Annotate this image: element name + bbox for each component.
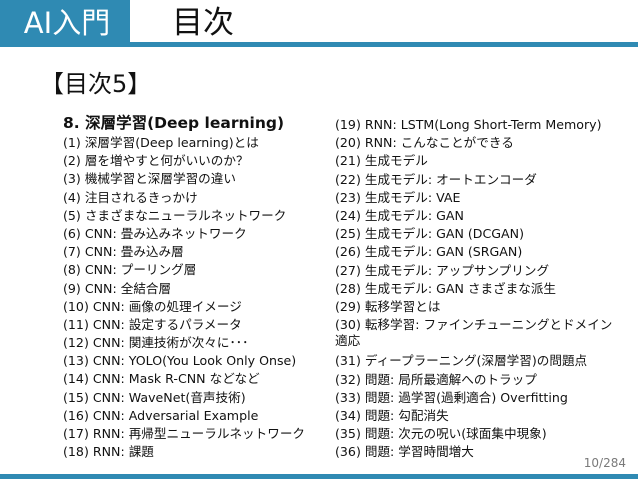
toc-item: (22) 生成モデル: オートエンコーダ — [335, 171, 537, 187]
toc-item: (15) CNN: WaveNet(音声技術) — [63, 389, 246, 405]
page-title: 目次 — [172, 5, 234, 41]
toc-item: (16) CNN: Adversarial Example — [63, 407, 259, 423]
toc-item: (26) 生成モデル: GAN (SRGAN) — [335, 244, 523, 260]
toc-item: (31) ディープラーニング(深層学習)の問題点 — [335, 353, 588, 369]
toc-item: (29) 転移学習とは — [335, 298, 441, 314]
toc-item: (36) 問題: 学習時間増大 — [335, 444, 474, 460]
toc-item: (33) 問題: 過学習(過剰適合) Overfitting — [335, 389, 568, 405]
toc-item: (30) 転移学習: ファインチューニングとドメイン適応 — [335, 317, 613, 349]
toc-item: (9) CNN: 全結合層 — [63, 280, 172, 296]
toc-item: (21) 生成モデル — [335, 153, 428, 169]
footer-divider — [0, 474, 638, 479]
toc-item: (27) 生成モデル: アップサンプリング — [335, 262, 550, 278]
page-number: 10/284 — [583, 456, 626, 470]
toc-item: (8) CNN: プーリング層 — [63, 262, 197, 278]
toc-item: (34) 問題: 勾配消失 — [335, 408, 449, 424]
toc-item: (2) 層を増やすと何がいいのか？ — [63, 153, 249, 169]
toc-item: (35) 問題: 次元の呪い(球面集中現象) — [335, 426, 547, 442]
toc-item: (12) CNN: 関連技術が次々に･･･ — [63, 335, 249, 351]
toc-item: (25) 生成モデル: GAN (DCGAN) — [335, 226, 524, 242]
toc-item: (18) RNN: 課題 — [63, 444, 154, 460]
toc-item: (14) CNN: Mask R-CNN などなど — [63, 371, 260, 387]
toc-list-right: (19) RNN: LSTM(Long Short-Term Memory) (… — [335, 116, 617, 462]
toc-item: (19) RNN: LSTM(Long Short-Term Memory) — [335, 117, 602, 132]
toc-item: (3) 機械学習と深層学習の違い — [63, 171, 236, 187]
toc-item: (23) 生成モデル: VAE — [335, 189, 461, 205]
toc-item: (5) さまざまなニューラルネットワーク — [63, 207, 287, 223]
toc-item: (13) CNN: YOLO(You Look Only Onse) — [63, 353, 297, 369]
toc-heading: 【目次5】 — [40, 70, 152, 98]
toc-item: (32) 問題: 局所最適解へのトラップ — [335, 371, 537, 387]
header-divider — [130, 42, 638, 47]
toc-item: (10) CNN: 画像の処理イメージ — [63, 298, 242, 314]
section-title: 8. 深層学習(Deep learning) — [63, 114, 285, 132]
course-tab: AI入門 — [0, 0, 130, 47]
toc-item: (17) RNN: 再帰型ニューラルネットワーク — [63, 426, 306, 441]
toc-item: (6) CNN: 畳み込みネットワーク — [63, 225, 247, 241]
toc-item: (28) 生成モデル: GAN さまざまな派生 — [335, 280, 557, 296]
toc-item: (4) 注目されるきっかけ — [63, 189, 198, 205]
toc-item: (11) CNN: 設定するパラメータ — [63, 316, 242, 332]
toc-item: (20) RNN: こんなことができる — [335, 135, 514, 151]
toc-item: (24) 生成モデル: GAN — [335, 207, 464, 223]
toc-item: (1) 深層学習(Deep learning)とは — [63, 135, 259, 150]
toc-item: (7) CNN: 畳み込み層 — [63, 244, 184, 260]
toc-list-left: (1) 深層学習(Deep learning)とは (2) 層を増やすと何がいい… — [63, 134, 305, 461]
